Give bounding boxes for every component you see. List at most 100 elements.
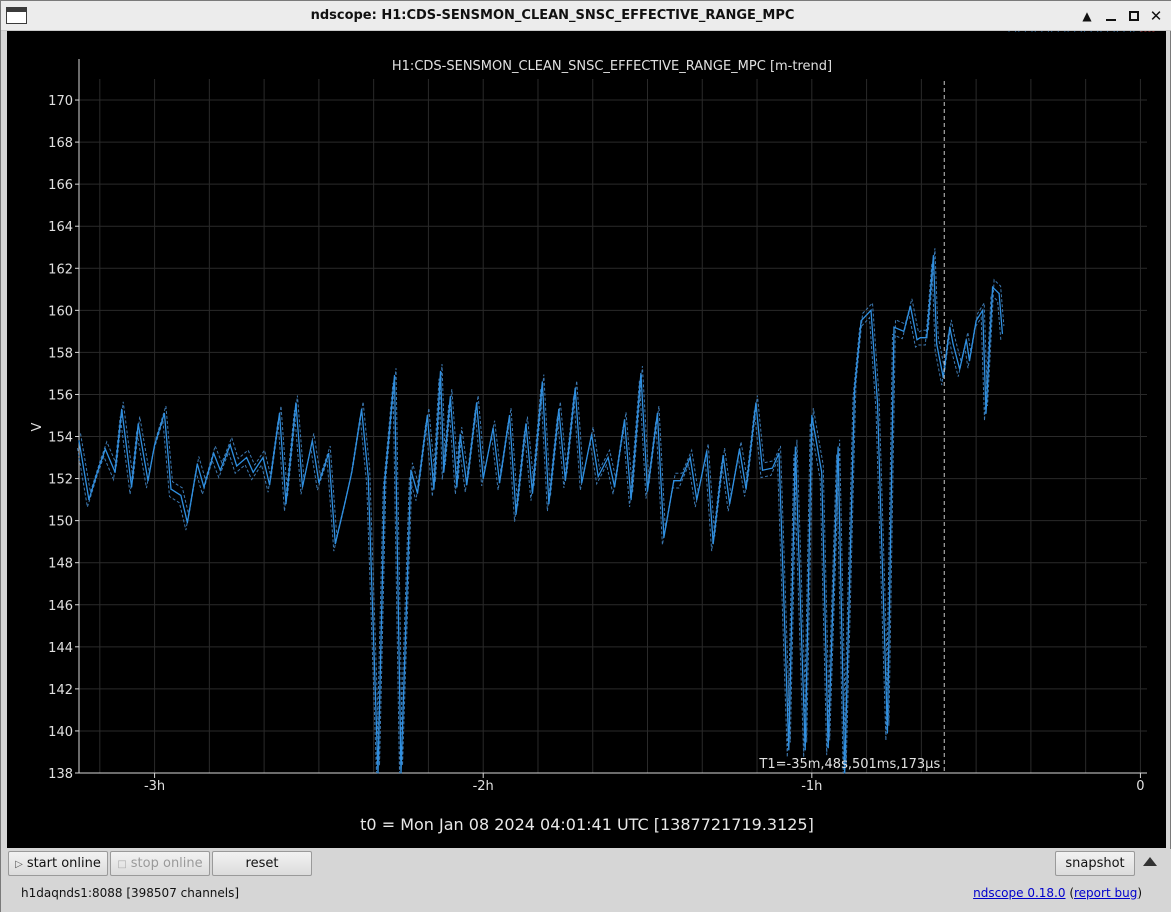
data-point: [285, 503, 287, 505]
data-point: [932, 255, 935, 257]
y-tick-label: 168: [48, 136, 73, 151]
data-point: [788, 749, 790, 751]
data-point: [909, 305, 911, 307]
data-point: [499, 482, 501, 484]
data-point: [778, 452, 780, 454]
data-point: [318, 482, 320, 484]
series-min-line: [77, 262, 1002, 774]
data-point: [607, 456, 609, 459]
y-axis-ticks: 138 140 142 144 146 148 150 152 154 156 158 160 162 1…: [48, 94, 79, 782]
data-point: [252, 471, 254, 473]
data-point: [137, 423, 139, 425]
title-bar: ndscope: H1:CDS-SENSMON_CLEAN_SNSC_EFFEC…: [1, 1, 1171, 31]
y-tick-label: 162: [48, 262, 73, 277]
y-tick-label: 148: [48, 557, 73, 572]
stop-online-button[interactable]: □ stop online: [110, 851, 210, 876]
data-point: [1001, 332, 1004, 335]
data-point: [1014, 31, 1017, 32]
data-point: [229, 444, 231, 446]
data-point: [1097, 31, 1099, 32]
data-point: [351, 471, 353, 473]
data-point: [367, 475, 369, 478]
data-point: [646, 490, 649, 492]
data-point: [541, 381, 543, 383]
start-online-button[interactable]: ▷ start online: [8, 851, 108, 876]
data-point: [525, 423, 527, 425]
data-point: [384, 482, 386, 484]
data-point: [377, 772, 379, 774]
data-point: [771, 467, 773, 469]
data-point: [1018, 31, 1020, 32]
data-point: [213, 452, 215, 454]
data-point: [114, 471, 116, 473]
play-icon: ▷: [15, 859, 23, 870]
version-link[interactable]: ndscope 0.18.0: [973, 886, 1065, 900]
data-point: [591, 433, 593, 436]
data-point: [1080, 31, 1082, 32]
data-point: [416, 492, 419, 494]
x-tick-label: 0: [1136, 779, 1144, 794]
data-point: [942, 377, 944, 379]
data-point: [262, 456, 264, 459]
data-point: [952, 343, 954, 345]
data-point: [456, 486, 458, 488]
data-point: [755, 402, 757, 404]
data-point: [186, 522, 189, 524]
data-point: [1129, 31, 1132, 32]
data-point: [1051, 31, 1053, 32]
y-tick-label: 170: [48, 94, 73, 109]
data-point: [1133, 31, 1135, 32]
data-point: [433, 488, 435, 490]
data-point: [236, 465, 238, 467]
data-point: [1057, 31, 1059, 32]
data-point: [508, 414, 511, 417]
y-tick-label: 158: [48, 346, 73, 361]
data-point: [1123, 31, 1125, 32]
data-point: [334, 543, 336, 545]
x-tick-label: -3h: [144, 779, 165, 794]
data-point: [515, 513, 517, 515]
data-point: [821, 471, 823, 473]
data-point: [1024, 31, 1027, 32]
data-point: [745, 488, 747, 490]
plot-area[interactable]: 138 140 142 144 146 148 150 152 154 156 158 160 162 1…: [7, 31, 1166, 848]
minimize-icon[interactable]: [1103, 8, 1119, 24]
status-bar: h1daqnds1:8088 [398507 channels] ndscope…: [1, 879, 1171, 912]
data-point: [876, 402, 879, 404]
report-bug-link[interactable]: report bug: [1074, 886, 1137, 900]
data-point: [295, 402, 297, 404]
x-axis-ticks: -3h -2h -1h 0: [144, 773, 1145, 794]
version-info: ndscope 0.18.0 (report bug): [973, 886, 1142, 900]
data-point: [696, 499, 698, 501]
y-tick-label: 166: [48, 178, 73, 193]
data-point: [558, 408, 560, 410]
y-axis-label: V: [30, 422, 45, 431]
keep-above-icon[interactable]: ▲: [1079, 8, 1095, 24]
data-point: [268, 484, 271, 486]
y-tick-label: 144: [48, 641, 73, 656]
data-point: [153, 444, 156, 446]
data-point: [689, 456, 691, 459]
snapshot-button[interactable]: snapshot: [1055, 851, 1135, 876]
start-online-label: start online: [26, 856, 101, 871]
data-point: [998, 292, 1000, 295]
collapse-panel-icon[interactable]: [1143, 857, 1157, 866]
data-point: [426, 414, 428, 417]
trend-plot[interactable]: 138 140 142 144 146 148 150 152 154 156 158 160 162 1…: [7, 31, 1166, 848]
data-point: [492, 427, 494, 429]
x-tick-label: -1h: [801, 779, 822, 794]
data-point: [311, 440, 313, 442]
data-point: [449, 395, 451, 398]
data-point: [170, 488, 172, 490]
maximize-icon[interactable]: [1126, 8, 1142, 24]
t1-cursor-label: T1=-35m,48s,501ms,173µs: [758, 757, 940, 772]
data-point: [163, 412, 166, 414]
close-icon[interactable]: ✕: [1148, 8, 1164, 24]
reset-button[interactable]: reset: [212, 851, 312, 876]
data-point: [1041, 31, 1043, 32]
data-point: [919, 337, 921, 339]
data-point: [837, 446, 839, 448]
data-point: [130, 486, 133, 488]
data-point: [104, 448, 106, 450]
data-point: [344, 501, 346, 503]
